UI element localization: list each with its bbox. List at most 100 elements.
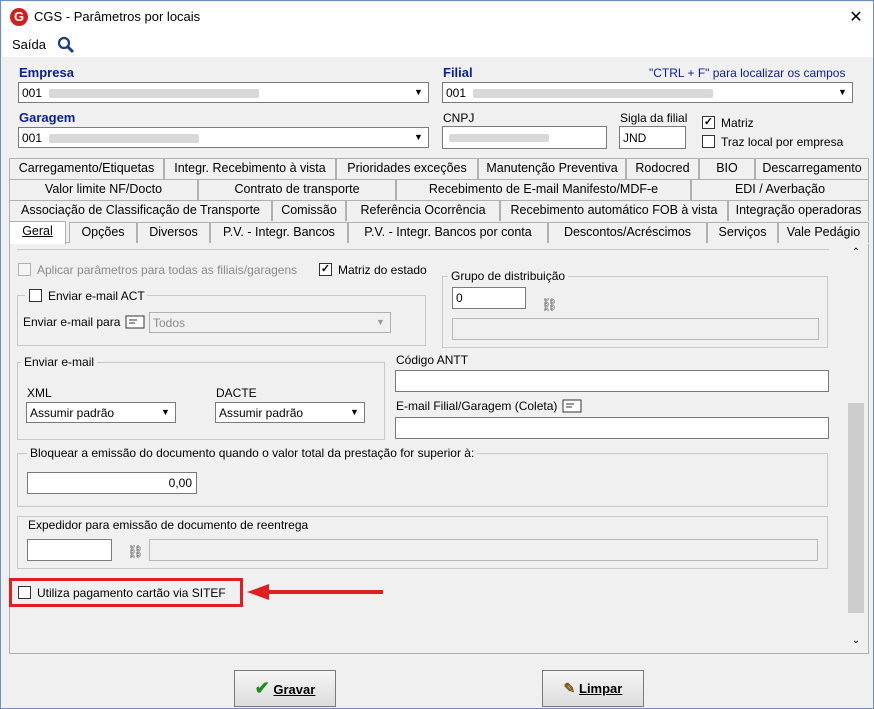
window: G CGS - Parâmetros por locais ✕ Saída Em…	[0, 0, 874, 709]
tab-vale-pedagio[interactable]: Vale Pedágio	[778, 222, 869, 243]
filial-name-redacted	[473, 89, 713, 98]
sitef-checkbox[interactable]	[18, 586, 31, 599]
title-bar: G CGS - Parâmetros por locais ✕	[2, 2, 873, 32]
tab-valor-limite[interactable]: Valor limite NF/Docto	[9, 179, 198, 200]
antt-field[interactable]	[395, 370, 829, 392]
find-hint: "CTRL + F" para localizar os campos	[649, 66, 846, 80]
tab-geral[interactable]: Geral	[9, 221, 66, 244]
tab-descarregamento[interactable]: Descarregamento	[755, 158, 869, 179]
menu-bar: Saída	[2, 32, 873, 57]
tab-pv-integr-bancos[interactable]: P.V. - Integr. Bancos	[210, 222, 348, 243]
binoculars-icon[interactable]: ⛓	[541, 297, 558, 313]
enviar-email-group-label: Enviar e-mail	[21, 355, 98, 369]
clear-button[interactable]: ✎ Limpar	[542, 670, 644, 707]
garagem-label: Garagem	[19, 110, 76, 125]
bloquear-value: 0,00	[168, 476, 192, 490]
scroll-up-icon[interactable]: ⌃	[847, 247, 865, 258]
xml-value: Assumir padrão	[30, 406, 115, 420]
scroll-thumb[interactable]	[848, 403, 864, 613]
empresa-value: 001	[22, 86, 43, 100]
expedidor-field[interactable]	[27, 539, 112, 561]
app-logo-icon: G	[10, 8, 28, 26]
enviar-para-select[interactable]: Todos ▼	[149, 312, 391, 333]
garagem-select[interactable]: 001 ▼	[18, 127, 429, 148]
tab-associacao[interactable]: Associação de Classificação de Transport…	[9, 200, 272, 221]
menu-exit[interactable]: Saída	[12, 37, 46, 52]
window-title: CGS - Parâmetros por locais	[34, 9, 201, 24]
tab-referencia[interactable]: Referência Ocorrência	[346, 200, 500, 221]
tab-rodocred[interactable]: Rodocred	[626, 158, 699, 179]
cnpj-label: CNPJ	[443, 111, 475, 125]
search-icon[interactable]	[57, 36, 75, 54]
tab-edi[interactable]: EDI / Averbação	[691, 179, 869, 200]
grupo-value: 0	[456, 291, 463, 305]
binoculars-icon[interactable]: ⛓	[127, 544, 144, 560]
sigla-label: Sigla da filial	[620, 111, 688, 125]
dacte-value: Assumir padrão	[219, 406, 304, 420]
tab-pv-integr-bancos-conta[interactable]: P.V. - Integr. Bancos por conta	[348, 222, 548, 243]
enviar-para-label: Enviar e-mail para	[23, 315, 121, 329]
matriz-checkbox[interactable]: ✓	[702, 116, 715, 129]
clear-label: Limpar	[579, 681, 623, 696]
tab-recebimento-email[interactable]: Recebimento de E-mail Manifesto/MDF-e	[396, 179, 691, 200]
empresa-select[interactable]: 001 ▼	[18, 82, 429, 103]
chevron-down-icon[interactable]: ▼	[410, 84, 427, 101]
matriz-estado-checkbox[interactable]: ✓	[319, 263, 332, 276]
enviar-act-label: Enviar e-mail ACT	[48, 289, 145, 303]
empresa-name-redacted	[49, 89, 259, 98]
tab-bio[interactable]: BIO	[699, 158, 755, 179]
chevron-down-icon[interactable]: ▼	[346, 404, 363, 421]
sigla-field[interactable]: JND	[619, 126, 686, 149]
cnpj-field[interactable]	[442, 126, 607, 149]
tab-servicos[interactable]: Serviços	[707, 222, 778, 243]
tab-descontos[interactable]: Descontos/Acréscimos	[548, 222, 707, 243]
xml-select[interactable]: Assumir padrão ▼	[26, 402, 176, 423]
tab-carregamento[interactable]: Carregamento/Etiquetas	[9, 158, 164, 179]
tab-diversos[interactable]: Diversos	[137, 222, 210, 243]
vertical-scrollbar[interactable]: ⌃ ⌄	[847, 245, 865, 653]
traz-local-checkbox[interactable]	[702, 135, 715, 148]
chevron-down-icon[interactable]: ▼	[410, 129, 427, 146]
tab-integr-recebimento[interactable]: Integr. Recebimento à vista	[164, 158, 336, 179]
tab-integracao-operadoras[interactable]: Integração operadoras	[728, 200, 869, 221]
save-button[interactable]: ✔ Gravar	[234, 670, 336, 707]
sigla-value: JND	[623, 131, 647, 145]
email-filial-field[interactable]	[395, 417, 829, 439]
tab-contrato[interactable]: Contrato de transporte	[198, 179, 396, 200]
tab-recebimento-fob[interactable]: Recebimento automático FOB à vista	[500, 200, 728, 221]
scrolled-divider	[17, 249, 829, 250]
checkmark-icon: ✔	[254, 678, 270, 698]
chevron-down-icon[interactable]: ▼	[157, 404, 174, 421]
filial-label: Filial	[443, 65, 473, 80]
email-filial-label: E-mail Filial/Garagem (Coleta)	[396, 399, 558, 413]
tab-comissao[interactable]: Comissão	[272, 200, 346, 221]
dacte-select[interactable]: Assumir padrão ▼	[215, 402, 365, 423]
traz-local-label: Traz local por empresa	[721, 135, 844, 149]
bloquear-label: Bloquear a emissão do documento quando o…	[27, 446, 478, 460]
bloquear-field[interactable]: 0,00	[27, 472, 197, 494]
eraser-icon: ✎	[563, 680, 576, 696]
aplicar-label: Aplicar parâmetros para todas as filiais…	[37, 263, 298, 277]
grupo-description-field	[452, 318, 819, 340]
cnpj-redacted	[449, 134, 549, 142]
grupo-field[interactable]: 0	[452, 287, 526, 309]
filial-select[interactable]: 001 ▼	[442, 82, 853, 103]
chevron-down-icon[interactable]: ▼	[834, 84, 851, 101]
garagem-name-redacted	[49, 134, 199, 143]
chevron-down-icon[interactable]: ▼	[372, 314, 389, 331]
enviar-act-checkbox[interactable]	[29, 289, 42, 302]
tab-prioridades[interactable]: Prioridades exceções	[336, 158, 478, 179]
xml-label: XML	[27, 386, 52, 400]
tab-row-3: Associação de Classificação de Transport…	[9, 200, 869, 221]
grupo-label: Grupo de distribuição	[448, 269, 569, 283]
tab-manutencao[interactable]: Manutenção Preventiva	[478, 158, 626, 179]
enviar-para-value: Todos	[153, 316, 186, 330]
tab-row-4: Geral Opções Diversos P.V. - Integr. Ban…	[9, 221, 869, 244]
scroll-down-icon[interactable]: ⌄	[847, 635, 865, 646]
expedidor-description-field	[149, 539, 818, 561]
aplicar-checkbox[interactable]	[18, 263, 31, 276]
filial-value: 001	[446, 86, 467, 100]
matriz-label: Matriz	[721, 116, 754, 130]
tab-opcoes[interactable]: Opções	[69, 222, 137, 243]
close-icon[interactable]: ✕	[844, 7, 868, 27]
